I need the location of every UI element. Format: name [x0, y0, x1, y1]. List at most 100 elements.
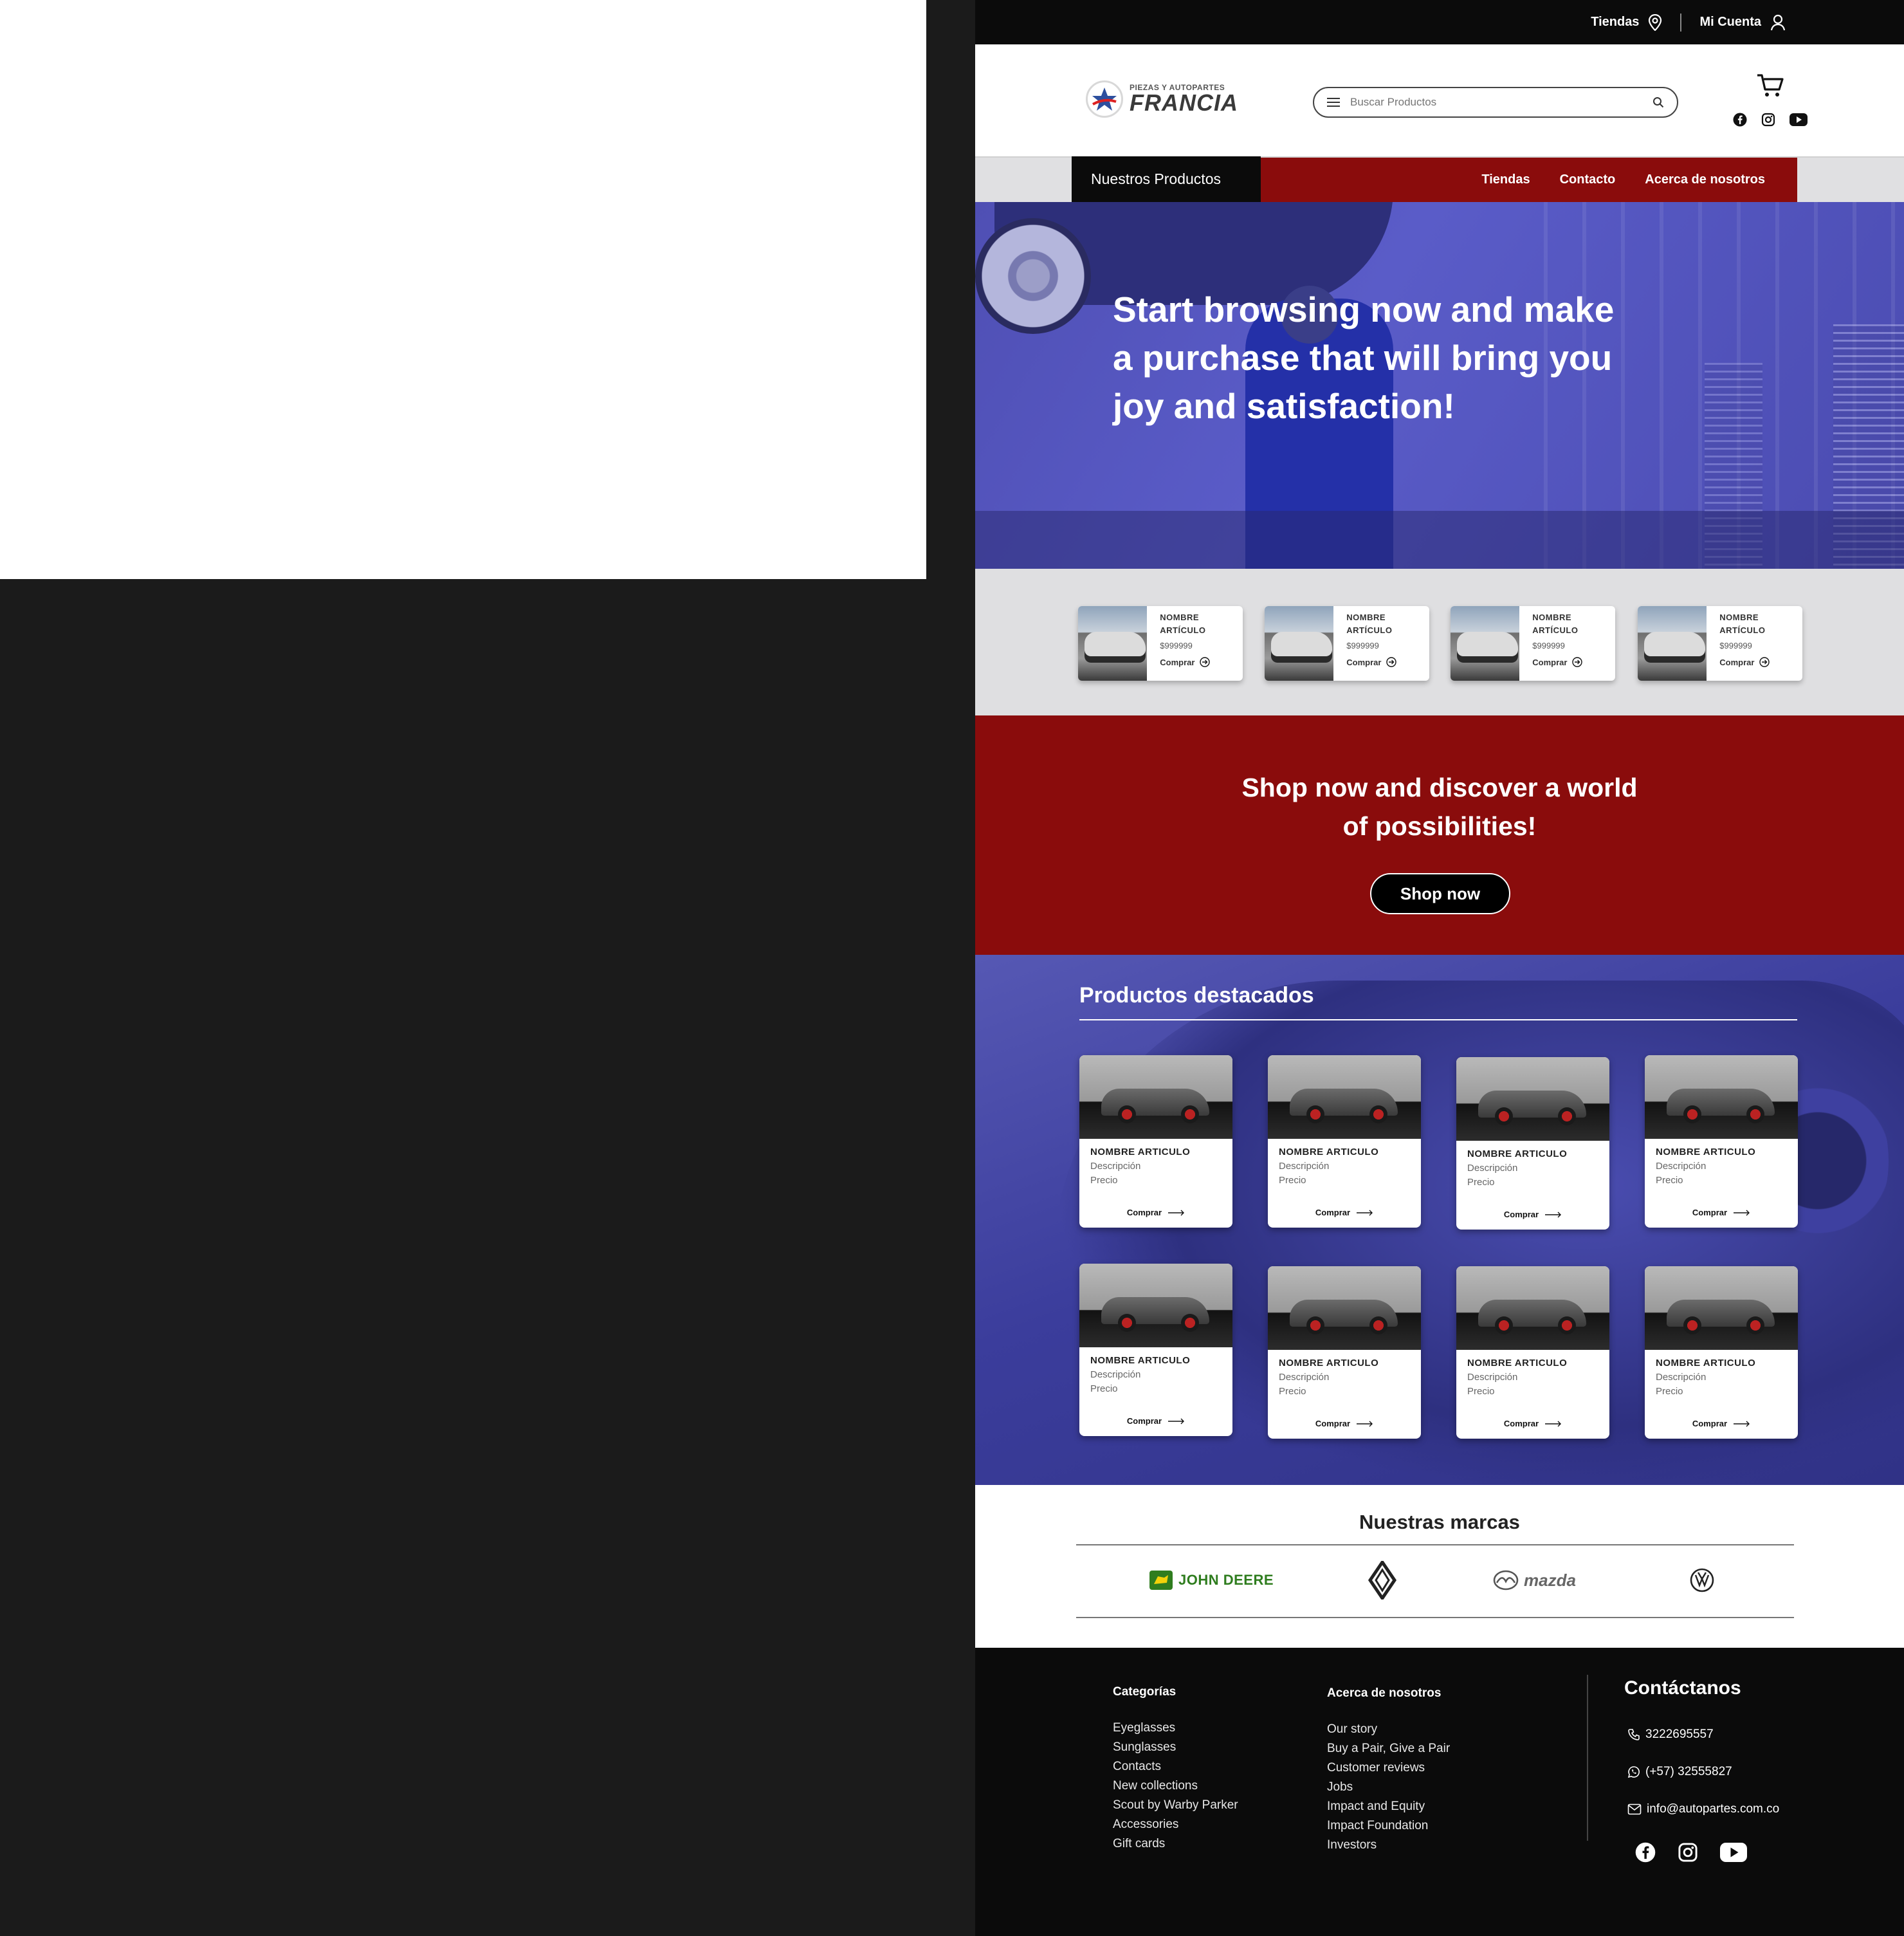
arrow-right-icon [1357, 1210, 1373, 1215]
footer-link[interactable]: Gift cards [1113, 1834, 1238, 1854]
facebook-icon[interactable] [1635, 1842, 1656, 1863]
footer-link[interactable]: Impact and Equity [1327, 1797, 1450, 1816]
buy-button[interactable]: Comprar [1268, 1419, 1421, 1428]
footer-link[interactable]: Scout by Warby Parker [1113, 1796, 1238, 1815]
product-card[interactable]: NOMBRE ARTICULO Descripción Precio Comprar [1079, 1264, 1232, 1436]
contact-email[interactable]: info@autopartes.com.co [1627, 1802, 1779, 1816]
product-name: NOMBRE ARTÍCULO [1719, 613, 1766, 635]
account-label: Mi Cuenta [1699, 15, 1761, 29]
product-price: Precio [1090, 1175, 1118, 1186]
footer-link[interactable]: New collections [1113, 1776, 1238, 1796]
buy-button[interactable]: Comprar [1456, 1419, 1609, 1428]
instagram-icon[interactable] [1678, 1842, 1698, 1863]
volkswagen-logo-icon [1690, 1568, 1714, 1592]
blank-panel [0, 0, 926, 579]
buy-button[interactable]: Comprar [1079, 1208, 1232, 1217]
footer-categories: Categorías Eyeglasses Sunglasses Contact… [1113, 1685, 1238, 1854]
contact-whatsapp[interactable]: (+57) 32555827 [1627, 1765, 1732, 1779]
brands-divider-top [1076, 1544, 1794, 1545]
product-description: Descripción [1090, 1369, 1141, 1380]
product-image [1645, 1266, 1798, 1350]
product-price: Precio [1467, 1386, 1495, 1397]
mini-product-card[interactable]: NOMBRE ARTÍCULO $999999 Comprar [1638, 606, 1802, 681]
footer-link[interactable]: Contacts [1113, 1757, 1238, 1776]
shop-now-button[interactable]: Shop now [1370, 873, 1510, 914]
product-card[interactable]: NOMBRE ARTICULO Descripción Precio Comprar [1645, 1266, 1798, 1439]
product-card[interactable]: NOMBRE ARTICULO Descripción Precio Comprar [1456, 1057, 1609, 1230]
buy-button[interactable]: Comprar [1645, 1419, 1798, 1428]
product-description: Descripción [1467, 1163, 1518, 1174]
product-name: NOMBRE ARTICULO [1656, 1147, 1756, 1157]
john-deere-logo-icon [1149, 1571, 1173, 1590]
product-card[interactable]: NOMBRE ARTICULO Descripción Precio Comprar [1268, 1055, 1421, 1228]
youtube-icon[interactable] [1790, 113, 1808, 126]
account-link[interactable]: Mi Cuenta [1699, 14, 1786, 31]
product-price: $999999 [1346, 641, 1379, 650]
hero-title: Start browsing now and make a purchase t… [1113, 290, 1615, 426]
product-price: Precio [1279, 1386, 1306, 1397]
nav-link-tiendas[interactable]: Tiendas [1481, 172, 1530, 187]
footer-link[interactable]: Eyeglasses [1113, 1719, 1238, 1738]
search-bar[interactable] [1313, 87, 1678, 118]
featured-title: Productos destacados [1079, 983, 1314, 1008]
main-nav: Nuestros Productos Tiendas Contacto Acer… [975, 156, 1904, 202]
arrow-circle-icon [1200, 657, 1211, 667]
footer-link[interactable]: Impact Foundation [1327, 1816, 1450, 1836]
stores-link[interactable]: Tiendas [1591, 14, 1662, 31]
footer-link[interactable]: Buy a Pair, Give a Pair [1327, 1739, 1450, 1758]
product-card[interactable]: NOMBRE ARTICULO Descripción Precio Comprar [1456, 1266, 1609, 1439]
arrow-right-icon [1734, 1210, 1750, 1215]
buy-button[interactable]: Comprar [1532, 657, 1615, 667]
nav-link-contacto[interactable]: Contacto [1560, 172, 1616, 187]
footer-link[interactable]: Our story [1327, 1720, 1450, 1739]
product-card[interactable]: NOMBRE ARTICULO Descripción Precio Comprar [1268, 1266, 1421, 1439]
phone-icon [1628, 1729, 1640, 1740]
product-card[interactable]: NOMBRE ARTICULO Descripción Precio Comprar [1079, 1055, 1232, 1228]
location-pin-icon [1649, 14, 1662, 31]
cart-button[interactable] [1756, 73, 1784, 102]
product-card[interactable]: NOMBRE ARTICULO Descripción Precio Comprar [1645, 1055, 1798, 1228]
buy-button[interactable]: Comprar [1268, 1208, 1421, 1217]
footer-link[interactable]: Investors [1327, 1836, 1450, 1855]
mini-product-card[interactable]: NOMBRE ARTÍCULO $999999 Comprar [1078, 606, 1243, 681]
buy-button[interactable]: Comprar [1719, 657, 1802, 667]
buy-button[interactable]: Comprar [1456, 1210, 1609, 1219]
arrow-circle-icon [1759, 657, 1770, 667]
brand-john-deere[interactable]: JOHN DEERE [1149, 1561, 1274, 1600]
mini-product-card[interactable]: NOMBRE ARTÍCULO $999999 Comprar [1265, 606, 1429, 681]
cta-title: Shop now and discover a world of possibi… [1241, 773, 1638, 841]
mini-product-card[interactable]: NOMBRE ARTÍCULO $999999 Comprar [1451, 606, 1615, 681]
search-icon[interactable] [1652, 97, 1664, 108]
search-input[interactable] [1350, 96, 1642, 109]
footer-divider [1587, 1675, 1588, 1841]
header-social-links [1733, 113, 1808, 127]
brand-mazda[interactable]: mazda [1493, 1561, 1576, 1600]
products-menu-button[interactable]: Nuestros Productos [1072, 156, 1261, 202]
brand-logo[interactable]: PIEZAS Y AUTOPARTES FRANCIA [1086, 80, 1238, 118]
footer-link[interactable]: Customer reviews [1327, 1758, 1450, 1778]
nav-link-acerca[interactable]: Acerca de nosotros [1645, 172, 1765, 187]
site-header: PIEZAS Y AUTOPARTES FRANCIA [975, 44, 1904, 158]
buy-button[interactable]: Comprar [1645, 1208, 1798, 1217]
buy-button[interactable]: Comprar [1079, 1416, 1232, 1426]
contact-phone[interactable]: 3222695557 [1627, 1728, 1714, 1742]
buy-button[interactable]: Comprar [1346, 657, 1429, 667]
footer-link[interactable]: Jobs [1327, 1778, 1450, 1797]
product-name: NOMBRE ARTICULO [1090, 1355, 1191, 1366]
youtube-icon[interactable] [1720, 1843, 1747, 1862]
hamburger-menu-icon[interactable] [1327, 98, 1340, 107]
product-image [1456, 1266, 1609, 1350]
buy-button[interactable]: Comprar [1160, 657, 1243, 667]
arrow-right-icon [1168, 1210, 1185, 1215]
footer-link[interactable]: Accessories [1113, 1815, 1238, 1834]
product-price: $999999 [1160, 641, 1193, 650]
logo-badge [1086, 80, 1123, 118]
footer-link[interactable]: Sunglasses [1113, 1738, 1238, 1757]
facebook-icon[interactable] [1733, 113, 1747, 127]
brand-volkswagen[interactable] [1689, 1561, 1715, 1600]
instagram-icon[interactable] [1761, 113, 1775, 127]
featured-section: Productos destacados NOMBRE ARTICULO Desc… [975, 955, 1904, 1485]
product-image [1079, 1264, 1232, 1347]
brand-renault[interactable] [1368, 1561, 1397, 1600]
product-name: NOMBRE ARTICULO [1467, 1358, 1568, 1369]
